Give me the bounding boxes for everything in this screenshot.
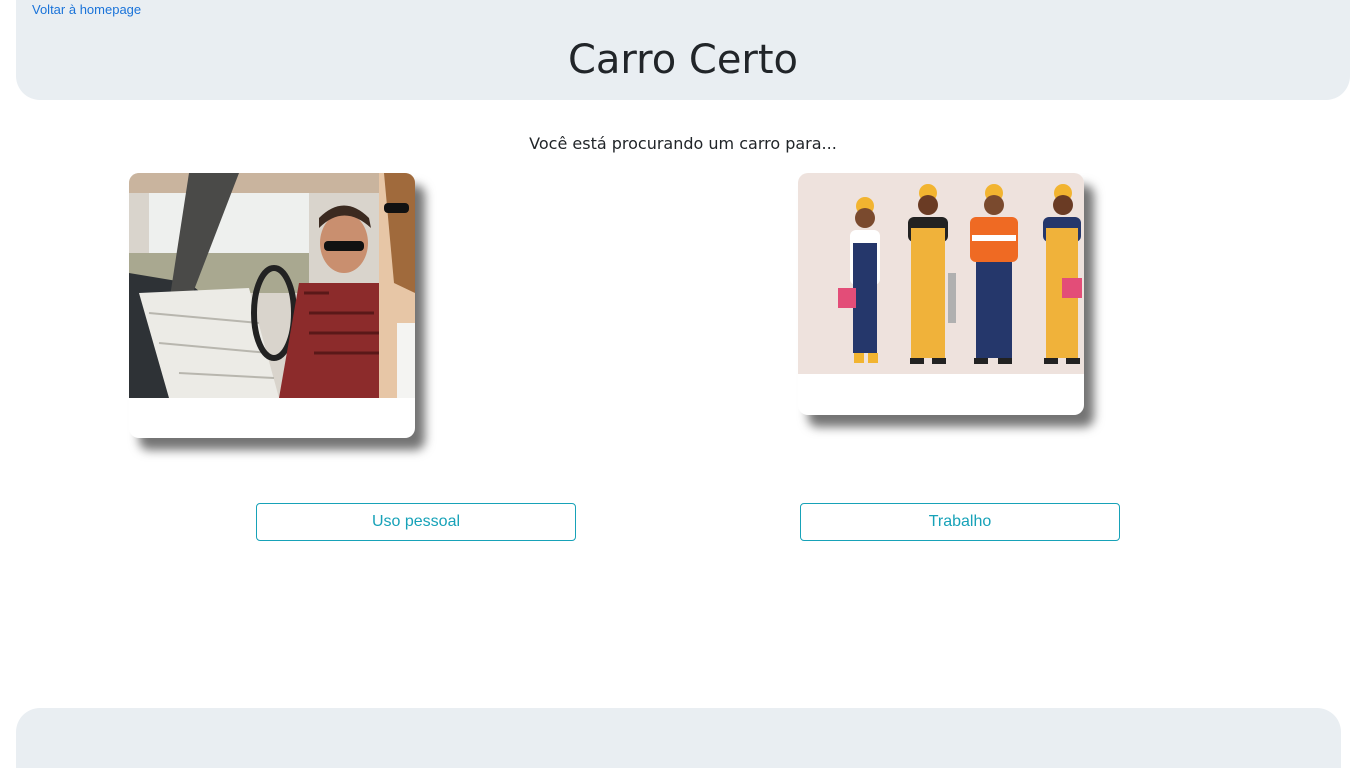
personal-use-card — [129, 173, 415, 438]
work-card — [798, 173, 1084, 415]
workers-illustration — [798, 173, 1084, 374]
work-button[interactable]: Trabalho — [800, 503, 1120, 541]
header-bar: Voltar à homepage Carro Certo — [16, 0, 1350, 100]
back-to-homepage-link[interactable]: Voltar à homepage — [32, 2, 141, 17]
personal-use-button[interactable]: Uso pessoal — [256, 503, 576, 541]
footer-bar — [16, 708, 1341, 768]
couple-driving-photo — [129, 173, 415, 398]
page-title: Carro Certo — [567, 37, 799, 83]
question-prompt: Você está procurando um carro para... — [529, 134, 837, 153]
